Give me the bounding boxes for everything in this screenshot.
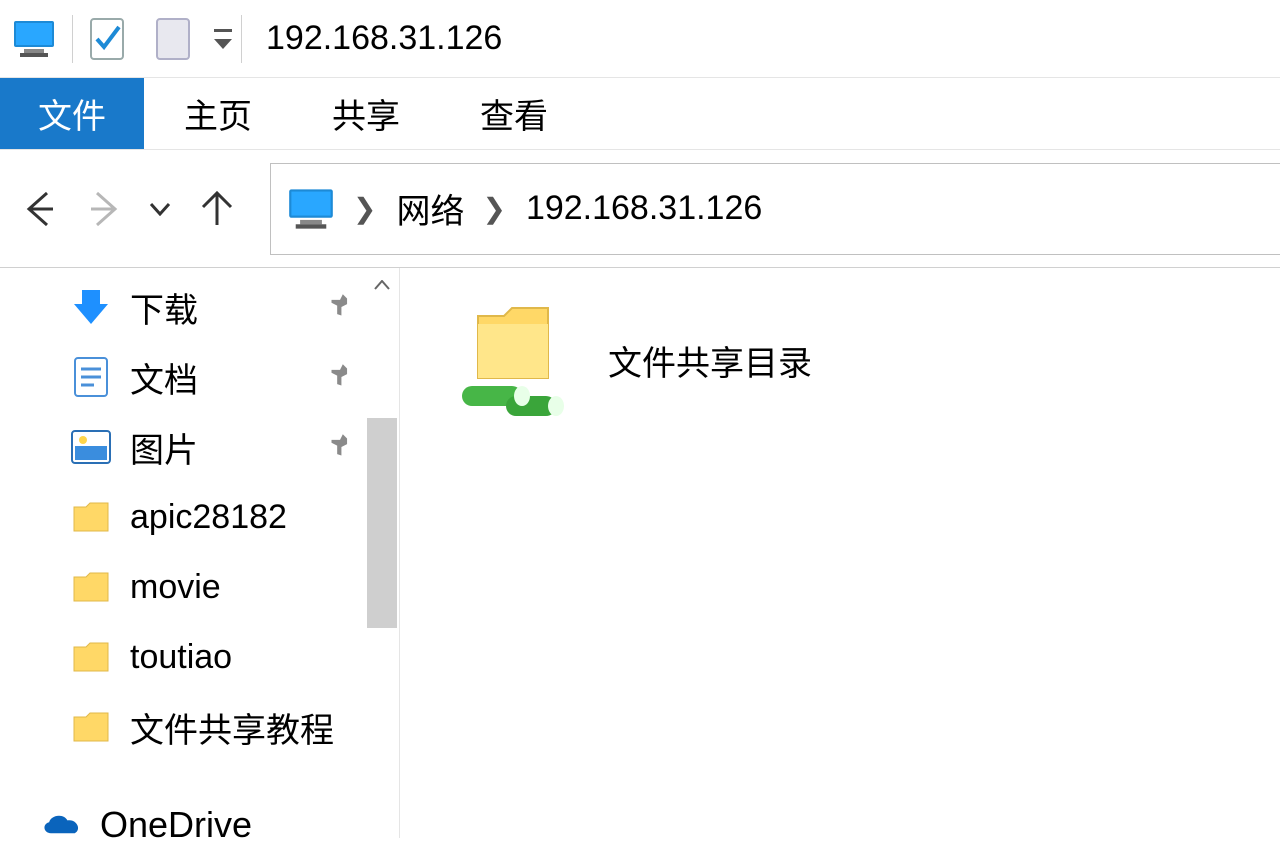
sidebar-item-downloads[interactable]: 下载 — [0, 272, 399, 342]
sidebar-item-documents[interactable]: 文档 — [0, 342, 399, 412]
qat-properties-icon[interactable] — [79, 11, 135, 67]
crumb-network[interactable]: 网络 ❯ — [386, 184, 515, 233]
crumb-network-label: 网络 — [396, 184, 464, 233]
content-pane[interactable]: 文件共享目录 — [400, 268, 1280, 838]
pin-icon — [322, 359, 359, 396]
nav-row: ❯ 网络 ❯ 192.168.31.126 — [0, 150, 1280, 268]
tab-view-label: 查看 — [480, 89, 548, 138]
navigation-pane: 下载 文档 图片 ap — [0, 268, 400, 838]
qat-customize-dropdown[interactable] — [211, 27, 235, 51]
sidebar-item-label: OneDrive — [100, 804, 252, 846]
back-button[interactable] — [14, 184, 64, 234]
history-dropdown[interactable] — [146, 184, 174, 234]
crumb-root-icon[interactable]: ❯ — [277, 185, 386, 233]
shared-folder-label: 文件共享目录 — [608, 336, 812, 385]
tab-share-label: 共享 — [332, 89, 400, 138]
forward-button[interactable] — [80, 184, 130, 234]
sidebar-item-label: 下载 — [130, 283, 198, 332]
tab-view[interactable]: 查看 — [440, 78, 588, 149]
shared-folder-icon — [456, 300, 566, 420]
pictures-icon — [70, 430, 112, 464]
scroll-up-icon[interactable] — [365, 268, 399, 302]
sidebar-item-folder[interactable]: toutiao — [0, 622, 399, 692]
sidebar-item-label: 文档 — [130, 353, 198, 402]
sidebar-item-label: apic28182 — [130, 498, 287, 537]
tab-home[interactable]: 主页 — [144, 78, 292, 149]
tab-file[interactable]: 文件 — [0, 78, 144, 149]
window-title: 192.168.31.126 — [266, 19, 502, 58]
sidebar-item-label: 图片 — [130, 423, 198, 472]
sidebar-item-label: toutiao — [130, 638, 232, 677]
sidebar-item-folder[interactable]: movie — [0, 552, 399, 622]
shared-folder-item[interactable]: 文件共享目录 — [456, 300, 812, 420]
crumb-host-label: 192.168.31.126 — [526, 189, 762, 228]
download-icon — [70, 288, 112, 326]
ribbon-tabs: 文件 主页 共享 查看 — [0, 78, 1280, 150]
system-computer-icon[interactable] — [6, 11, 62, 67]
separator — [72, 15, 73, 63]
sidebar-item-label: 文件共享教程 — [130, 703, 334, 752]
pin-icon — [322, 429, 359, 466]
folder-icon — [70, 641, 112, 673]
folder-icon — [70, 711, 112, 743]
sidebar-item-folder[interactable]: 文件共享教程 — [0, 692, 399, 762]
folder-icon — [70, 501, 112, 533]
crumb-host[interactable]: 192.168.31.126 — [516, 189, 772, 228]
sidebar-item-label: movie — [130, 568, 221, 607]
address-bar[interactable]: ❯ 网络 ❯ 192.168.31.126 — [270, 163, 1280, 255]
folder-icon — [70, 571, 112, 603]
separator — [241, 15, 242, 63]
document-icon — [70, 357, 112, 397]
onedrive-icon — [40, 810, 82, 840]
tab-share[interactable]: 共享 — [292, 78, 440, 149]
chevron-right-icon: ❯ — [353, 192, 376, 225]
sidebar-item-onedrive[interactable]: OneDrive — [0, 790, 399, 860]
qat-newfolder-icon[interactable] — [145, 11, 201, 67]
sidebar-scrollbar[interactable] — [365, 268, 399, 838]
sidebar-item-pictures[interactable]: 图片 — [0, 412, 399, 482]
scroll-thumb[interactable] — [367, 418, 397, 628]
titlebar: 192.168.31.126 — [0, 0, 1280, 78]
explorer-body: 下载 文档 图片 ap — [0, 268, 1280, 838]
up-button[interactable] — [192, 184, 242, 234]
chevron-right-icon: ❯ — [482, 192, 505, 225]
sidebar-item-folder[interactable]: apic28182 — [0, 482, 399, 552]
pin-icon — [322, 289, 359, 326]
tab-file-label: 文件 — [38, 89, 106, 138]
tab-home-label: 主页 — [184, 89, 252, 138]
